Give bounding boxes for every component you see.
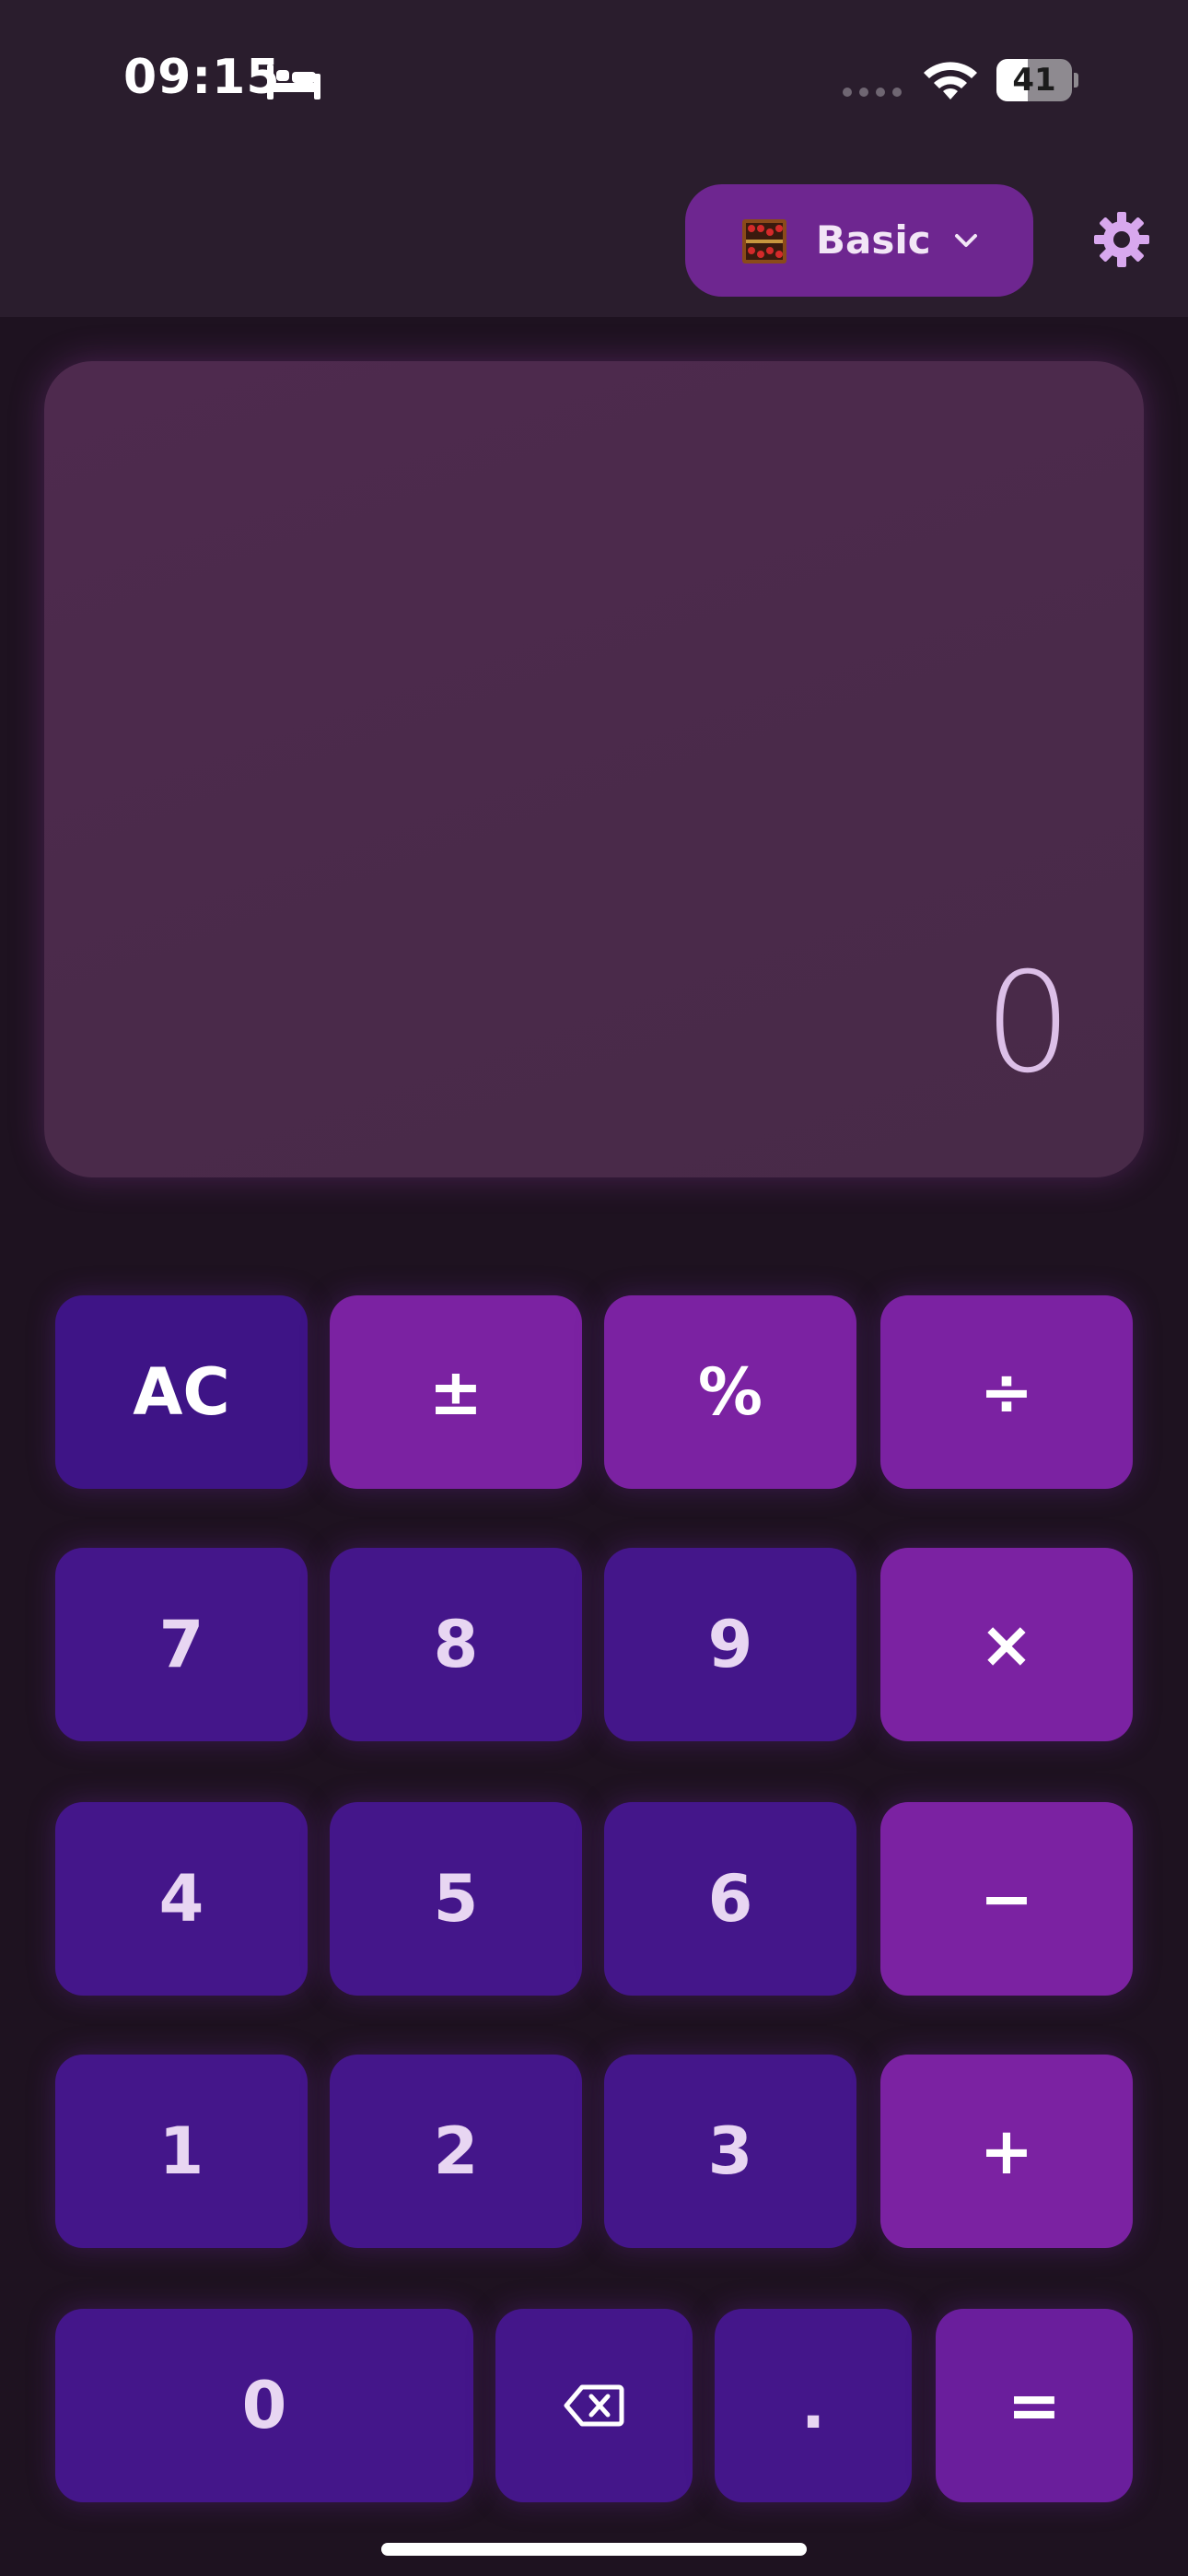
digit-6-button[interactable]: 6 — [604, 1802, 856, 1996]
wifi-icon — [924, 62, 977, 100]
digit-9-button[interactable]: 9 — [604, 1548, 856, 1741]
abacus-icon — [742, 219, 786, 263]
result-display: 0 — [44, 361, 1144, 1177]
clear-button[interactable]: AC — [55, 1295, 308, 1489]
digit-7-button[interactable]: 7 — [55, 1548, 308, 1741]
plus-minus-button[interactable]: ± — [330, 1295, 582, 1489]
plus-button[interactable]: + — [880, 2055, 1133, 2248]
percent-button[interactable]: % — [604, 1295, 856, 1489]
digit-3-button[interactable]: 3 — [604, 2055, 856, 2248]
status-time: 09:15 — [123, 50, 281, 105]
gear-icon[interactable] — [1092, 210, 1151, 269]
home-indicator[interactable] — [381, 2543, 807, 2556]
chevron-down-icon — [955, 234, 977, 247]
display-value: 0 — [984, 943, 1072, 1104]
backspace-button[interactable] — [495, 2309, 693, 2502]
signal-dots-icon — [843, 88, 902, 97]
mode-label: Basic — [816, 217, 931, 263]
equals-button[interactable]: = — [936, 2309, 1133, 2502]
digit-4-button[interactable]: 4 — [55, 1802, 308, 1996]
multiply-button[interactable]: × — [880, 1548, 1133, 1741]
decimal-button[interactable]: . — [715, 2309, 912, 2502]
digit-0-button[interactable]: 0 — [55, 2309, 473, 2502]
digit-5-button[interactable]: 5 — [330, 1802, 582, 1996]
backspace-icon — [564, 2384, 624, 2427]
bed-icon — [267, 64, 320, 100]
minus-button[interactable]: − — [880, 1802, 1133, 1996]
mode-selector-button[interactable]: Basic — [685, 184, 1033, 297]
battery-indicator: 41 — [996, 59, 1078, 101]
battery-level: 41 — [1012, 62, 1056, 99]
digit-2-button[interactable]: 2 — [330, 2055, 582, 2248]
digit-1-button[interactable]: 1 — [55, 2055, 308, 2248]
digit-8-button[interactable]: 8 — [330, 1548, 582, 1741]
divide-button[interactable]: ÷ — [880, 1295, 1133, 1489]
status-bar: 09:15 41 — [0, 0, 1188, 157]
